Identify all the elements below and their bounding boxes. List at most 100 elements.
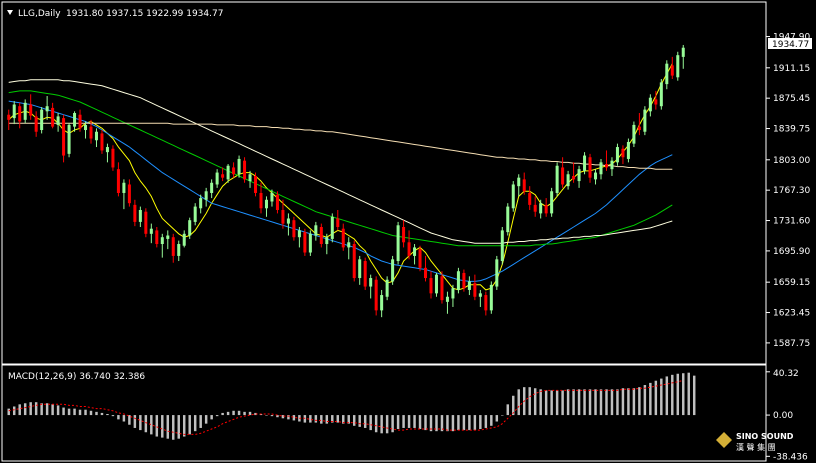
macd-histogram-bar — [270, 415, 274, 417]
macd-histogram-bar — [7, 408, 10, 416]
macd-histogram-bar — [380, 415, 383, 434]
macd-histogram-bar — [501, 415, 504, 416]
candle-body — [133, 204, 137, 222]
candle — [352, 240, 356, 282]
candle-body — [40, 109, 44, 131]
macd-histogram-bar — [358, 415, 361, 427]
candle-body — [456, 271, 460, 290]
macd-histogram-bar — [391, 415, 394, 433]
candle-body — [402, 227, 406, 243]
candle — [500, 227, 504, 265]
macd-histogram-bar — [473, 415, 477, 431]
candle-body — [347, 242, 351, 248]
candle — [550, 187, 554, 217]
candle-body — [489, 284, 493, 311]
candle-body — [144, 211, 148, 234]
candle — [363, 257, 367, 290]
macd-histogram-bar — [671, 374, 674, 416]
candle — [23, 99, 27, 124]
candle — [385, 276, 389, 301]
candle-body — [116, 169, 120, 193]
candle-body — [286, 218, 290, 224]
macd-histogram-bar — [506, 404, 510, 416]
candle-body — [138, 209, 142, 222]
y-tick-label: 1911.15 — [773, 64, 810, 74]
candle-body — [34, 116, 38, 132]
candle-body — [7, 114, 11, 120]
candle-body — [539, 203, 543, 214]
macd-histogram-bar — [528, 387, 531, 416]
macd-histogram-bar — [374, 415, 378, 433]
candle — [396, 221, 400, 265]
candle-body — [676, 55, 680, 78]
macd-histogram-bar — [12, 406, 16, 416]
candle — [632, 121, 636, 148]
macd-header: MACD(12,26,9) 36.740 32.386 — [8, 372, 145, 382]
macd-histogram-bar — [468, 415, 471, 431]
macd-histogram-bar — [594, 389, 597, 416]
candle-body — [105, 147, 109, 153]
macd-histogram-bar — [204, 415, 208, 424]
candle — [456, 267, 460, 294]
candle-body — [275, 194, 279, 210]
candle-body — [654, 99, 658, 105]
candle-body — [478, 293, 482, 297]
y-tick-label: 1731.60 — [773, 217, 810, 227]
candle-body — [171, 237, 175, 256]
candle-body — [254, 175, 258, 193]
candle-body — [122, 182, 126, 193]
candle-body — [12, 104, 16, 119]
symbol-timeframe: LLG,Daily — [18, 9, 61, 19]
macd-histogram-bar — [34, 402, 38, 416]
candle-body — [330, 216, 334, 239]
macd-histogram-bar — [210, 415, 213, 420]
y-tick-label: 1695.90 — [773, 247, 810, 257]
candle — [676, 51, 680, 81]
candle-body — [473, 283, 477, 297]
candle-body — [555, 165, 559, 193]
candle-body — [204, 191, 208, 200]
macd-histogram-bar — [544, 390, 548, 416]
macd-histogram-bar — [309, 415, 312, 423]
macd-histogram-bar — [215, 415, 219, 417]
candle-body — [391, 259, 395, 282]
macd-histogram-bar — [40, 403, 43, 416]
candle-body — [292, 220, 296, 238]
macd-histogram-bar — [692, 375, 696, 416]
macd-histogram-bar — [555, 390, 559, 416]
candle-body — [248, 174, 252, 182]
y-tick-label: 1623.45 — [773, 309, 810, 319]
candle-body — [221, 174, 225, 178]
candle — [495, 255, 499, 290]
macd-histogram-bar — [385, 415, 389, 434]
candle-body — [610, 160, 614, 170]
macd-histogram-bar — [424, 415, 427, 431]
candle — [391, 255, 395, 285]
macd-histogram-bar — [122, 415, 126, 422]
candle-body — [270, 192, 274, 202]
macd-histogram-bar — [687, 372, 690, 416]
macd-histogram-bar — [314, 415, 318, 423]
candle-body — [572, 175, 576, 180]
macd-histogram-bar — [462, 415, 466, 431]
candle — [489, 281, 493, 314]
macd-histogram-bar — [18, 404, 21, 416]
macd-histogram-bar — [172, 415, 175, 440]
macd-histogram-bar — [627, 388, 630, 416]
candle-body — [583, 155, 587, 171]
candle-body — [445, 296, 449, 302]
candle-body — [84, 124, 88, 131]
candle-body — [73, 113, 77, 127]
candle — [506, 203, 510, 236]
candle-body — [413, 247, 417, 256]
candle-body — [45, 106, 49, 112]
candle-body — [659, 82, 663, 107]
macd-histogram-bar — [89, 410, 93, 416]
candle-body — [177, 244, 181, 256]
candle-body — [51, 107, 55, 127]
candle — [292, 216, 296, 241]
current-price-tag: 1934.77 — [768, 38, 812, 50]
macd-histogram-bar — [155, 415, 159, 437]
candle-body — [506, 206, 510, 233]
macd-histogram-bar — [199, 415, 202, 428]
